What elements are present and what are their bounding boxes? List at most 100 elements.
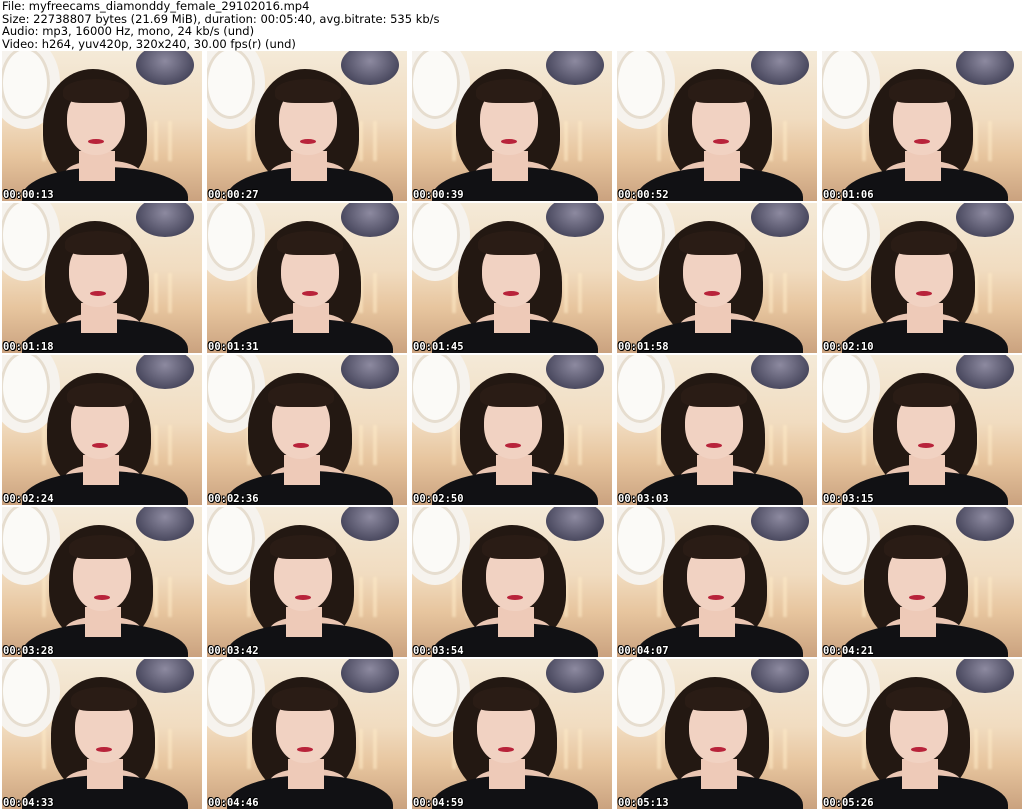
frame-lips-shape <box>300 139 316 144</box>
thumbnail-timestamp: 00:02:50 <box>413 493 464 505</box>
frame-lips-shape <box>498 747 514 752</box>
frame-neck-shape <box>286 607 322 637</box>
video-thumbnail: 00:04:07 <box>617 507 817 657</box>
frame-lips-shape <box>295 595 311 600</box>
frame-lips-shape <box>918 443 934 448</box>
frame-frame-dark-shape <box>751 51 809 85</box>
frame-frame-dark-shape <box>546 355 604 389</box>
frame-bangs-shape <box>65 231 131 255</box>
frame-frame-dark-shape <box>546 203 604 237</box>
video-thumbnail: 00:04:46 <box>207 659 407 809</box>
frame-frame-dark-shape <box>341 355 399 389</box>
video-thumbnail: 00:03:03 <box>617 355 817 505</box>
frame-neck-shape <box>695 303 731 333</box>
frame-neck-shape <box>87 759 123 789</box>
thumbnail-timestamp: 00:03:15 <box>823 493 874 505</box>
frame-lips-shape <box>94 595 110 600</box>
frame-lips-shape <box>713 139 729 144</box>
frame-neck-shape <box>85 607 121 637</box>
frame-frame-dark-shape <box>546 659 604 693</box>
frame-frame-dark-shape <box>136 355 194 389</box>
frame-bangs-shape <box>688 79 754 103</box>
thumbnail-timestamp: 00:03:54 <box>413 645 464 657</box>
thumbnail-timestamp: 00:01:45 <box>413 341 464 353</box>
thumbnail-timestamp: 00:01:06 <box>823 189 874 201</box>
frame-lips-shape <box>90 291 106 296</box>
frame-lips-shape <box>503 291 519 296</box>
frame-neck-shape <box>498 607 534 637</box>
frame-frame-dark-shape <box>751 203 809 237</box>
frame-lips-shape <box>96 747 112 752</box>
frame-neck-shape <box>83 455 119 485</box>
frame-neck-shape <box>902 759 938 789</box>
frame-neck-shape <box>697 455 733 485</box>
frame-frame-dark-shape <box>341 203 399 237</box>
frame-bangs-shape <box>63 79 129 103</box>
frame-neck-shape <box>701 759 737 789</box>
frame-mirror-shape <box>822 355 880 433</box>
video-thumbnail: 00:03:28 <box>2 507 202 657</box>
frame-frame-dark-shape <box>956 659 1014 693</box>
frame-frame-dark-shape <box>136 659 194 693</box>
frame-lips-shape <box>916 291 932 296</box>
frame-bangs-shape <box>268 383 334 407</box>
thumbnail-timestamp: 00:03:28 <box>3 645 54 657</box>
frame-frame-dark-shape <box>341 507 399 541</box>
video-thumbnail: 00:01:06 <box>822 51 1022 201</box>
frame-neck-shape <box>704 151 740 181</box>
frame-bangs-shape <box>683 535 749 559</box>
frame-frame-dark-shape <box>751 355 809 389</box>
audio-info-line: Audio: mp3, 16000 Hz, mono, 24 kb/s (und… <box>2 24 255 39</box>
frame-frame-dark-shape <box>341 51 399 85</box>
frame-neck-shape <box>291 151 327 181</box>
frame-lips-shape <box>708 595 724 600</box>
file-name-line: File: myfreecams_diamonddy_female_291020… <box>2 0 310 13</box>
frame-lips-shape <box>88 139 104 144</box>
video-thumbnail: 00:03:42 <box>207 507 407 657</box>
frame-bangs-shape <box>277 231 343 255</box>
frame-bangs-shape <box>884 535 950 559</box>
thumbnail-timestamp: 00:00:52 <box>618 189 669 201</box>
video-thumbnail: 00:02:36 <box>207 355 407 505</box>
frame-frame-dark-shape <box>546 507 604 541</box>
thumbnail-timestamp: 00:00:39 <box>413 189 464 201</box>
frame-lips-shape <box>92 443 108 448</box>
video-thumbnail: 00:01:45 <box>412 203 612 353</box>
video-thumbnail: 00:02:50 <box>412 355 612 505</box>
frame-bangs-shape <box>275 79 341 103</box>
frame-bangs-shape <box>69 535 135 559</box>
thumbnail-timestamp: 00:02:24 <box>3 493 54 505</box>
thumbnail-timestamp: 00:01:58 <box>618 341 669 353</box>
frame-lips-shape <box>704 291 720 296</box>
frame-bangs-shape <box>272 687 338 711</box>
frame-frame-dark-shape <box>956 507 1014 541</box>
frame-lips-shape <box>501 139 517 144</box>
video-thumbnail: 00:01:18 <box>2 203 202 353</box>
video-thumbnail: 00:04:59 <box>412 659 612 809</box>
frame-mirror-shape <box>412 507 470 585</box>
video-thumbnail: 00:04:33 <box>2 659 202 809</box>
frame-frame-dark-shape <box>546 51 604 85</box>
frame-bangs-shape <box>480 383 546 407</box>
frame-lips-shape <box>710 747 726 752</box>
frame-bangs-shape <box>679 231 745 255</box>
frame-bangs-shape <box>886 687 952 711</box>
frame-frame-dark-shape <box>341 659 399 693</box>
video-thumbnail: 00:01:31 <box>207 203 407 353</box>
frame-neck-shape <box>496 455 532 485</box>
frame-neck-shape <box>492 151 528 181</box>
video-thumbnail: 00:02:24 <box>2 355 202 505</box>
thumbnail-timestamp: 00:01:31 <box>208 341 259 353</box>
frame-lips-shape <box>302 291 318 296</box>
video-info-line: Video: h264, yuv420p, 320x240, 30.00 fps… <box>2 36 296 51</box>
frame-bangs-shape <box>270 535 336 559</box>
frame-bangs-shape <box>681 383 747 407</box>
thumbnail-timestamp: 00:05:13 <box>618 797 669 809</box>
thumbnail-timestamp: 00:01:18 <box>3 341 54 353</box>
video-thumbnail: 00:00:13 <box>2 51 202 201</box>
frame-neck-shape <box>905 151 941 181</box>
frame-frame-dark-shape <box>956 51 1014 85</box>
frame-bangs-shape <box>478 231 544 255</box>
video-thumbnail: 00:00:39 <box>412 51 612 201</box>
thumbnail-timestamp: 00:04:59 <box>413 797 464 809</box>
